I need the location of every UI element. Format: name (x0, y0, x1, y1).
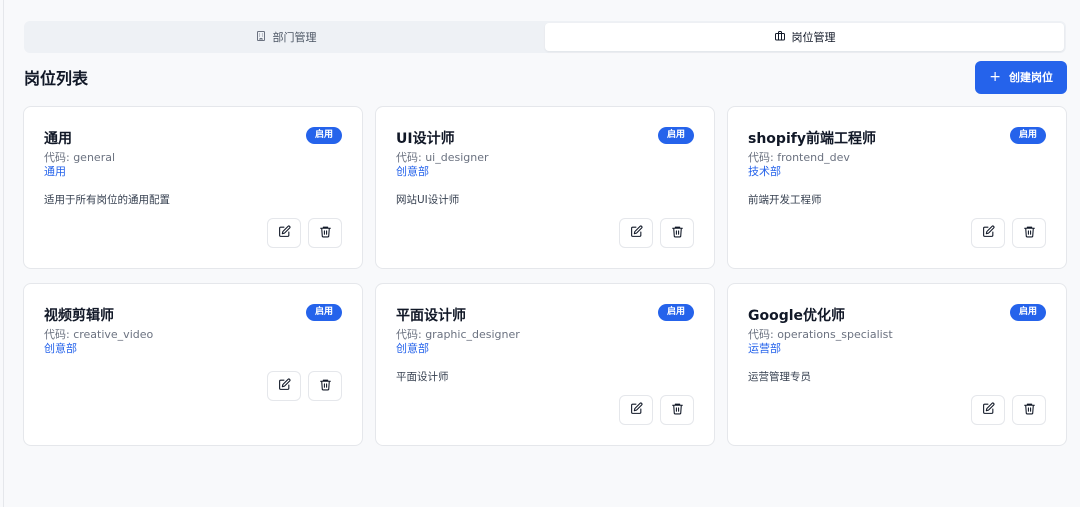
tab-department-management[interactable]: 部门管理 (26, 23, 545, 51)
position-description: 网站UI设计师 (396, 194, 460, 206)
create-position-button[interactable]: + 创建岗位 (975, 60, 1067, 94)
edit-icon (982, 402, 995, 418)
position-code: 代码: creative_video (44, 328, 154, 341)
position-name: shopify前端工程师 (748, 131, 876, 147)
tab-label: 岗位管理 (791, 31, 836, 44)
trash-icon (319, 378, 332, 394)
delete-button[interactable] (660, 395, 694, 425)
delete-button[interactable] (308, 371, 342, 401)
position-code: 代码: frontend_dev (748, 151, 850, 164)
left-border (3, 0, 4, 507)
edit-button[interactable] (267, 371, 301, 401)
status-badge: 启用 (1009, 304, 1046, 321)
card-actions (971, 395, 1046, 425)
position-card: 启用 通用 代码: general 通用 适用于所有岗位的通用配置 (23, 106, 363, 269)
status-badge: 启用 (305, 304, 342, 321)
position-code: 代码: general (44, 151, 116, 164)
position-name: 通用 (44, 131, 72, 147)
edit-icon (278, 378, 291, 394)
position-department[interactable]: 创意部 (396, 165, 694, 179)
edit-icon (982, 225, 995, 241)
edit-icon (278, 225, 291, 241)
page-title: 岗位列表 (24, 69, 89, 88)
edit-button[interactable] (619, 218, 653, 248)
position-card: 启用 视频剪辑师 代码: creative_video 创意部 (23, 283, 363, 446)
edit-button[interactable] (971, 395, 1005, 425)
edit-button[interactable] (619, 395, 653, 425)
delete-button[interactable] (1012, 395, 1046, 425)
delete-button[interactable] (1012, 218, 1046, 248)
trash-icon (1023, 402, 1036, 418)
status-badge: 启用 (1009, 127, 1046, 144)
card-actions (267, 371, 342, 401)
tab-position-management[interactable]: 岗位管理 (545, 23, 1064, 51)
status-badge: 启用 (657, 127, 694, 144)
position-code: 代码: ui_designer (396, 151, 489, 164)
trash-icon (671, 225, 684, 241)
position-name: UI设计师 (396, 131, 455, 147)
briefcase-icon (774, 30, 786, 45)
position-card: 启用 平面设计师 代码: graphic_designer 创意部 平面设计师 (375, 283, 715, 446)
plus-icon: + (989, 69, 1001, 85)
trash-icon (1023, 225, 1036, 241)
card-actions (971, 218, 1046, 248)
delete-button[interactable] (308, 218, 342, 248)
position-department[interactable]: 创意部 (44, 342, 342, 356)
list-header: 岗位列表 + 创建岗位 (24, 60, 1067, 94)
trash-icon (319, 225, 332, 241)
position-description: 适用于所有岗位的通用配置 (44, 194, 170, 206)
position-description: 前端开发工程师 (748, 194, 822, 206)
status-badge: 启用 (657, 304, 694, 321)
edit-button[interactable] (267, 218, 301, 248)
status-badge: 启用 (305, 127, 342, 144)
position-code: 代码: graphic_designer (396, 328, 520, 341)
position-card: 启用 shopify前端工程师 代码: frontend_dev 技术部 前端开… (727, 106, 1067, 269)
trash-icon (671, 402, 684, 418)
card-actions (267, 218, 342, 248)
edit-button[interactable] (971, 218, 1005, 248)
building-icon (255, 30, 267, 45)
position-name: 平面设计师 (396, 308, 466, 324)
delete-button[interactable] (660, 218, 694, 248)
position-description: 平面设计师 (396, 371, 449, 383)
position-department[interactable]: 技术部 (748, 165, 1046, 179)
edit-icon (630, 402, 643, 418)
position-card: 启用 UI设计师 代码: ui_designer 创意部 网站UI设计师 (375, 106, 715, 269)
tab-label: 部门管理 (272, 31, 317, 44)
position-department[interactable]: 创意部 (396, 342, 694, 356)
position-card: 启用 Google优化师 代码: operations_specialist 运… (727, 283, 1067, 446)
position-code: 代码: operations_specialist (748, 328, 893, 341)
tab-bar: 部门管理 岗位管理 (24, 21, 1066, 53)
card-actions (619, 395, 694, 425)
position-description: 运营管理专员 (748, 371, 811, 383)
position-card-grid: 启用 通用 代码: general 通用 适用于所有岗位的通用配置 启用 UI设… (23, 106, 1067, 446)
position-name: Google优化师 (748, 308, 846, 324)
card-actions (619, 218, 694, 248)
position-name: 视频剪辑师 (44, 308, 114, 324)
position-department[interactable]: 运营部 (748, 342, 1046, 356)
position-department[interactable]: 通用 (44, 165, 342, 179)
edit-icon (630, 225, 643, 241)
create-button-label: 创建岗位 (1009, 71, 1053, 84)
